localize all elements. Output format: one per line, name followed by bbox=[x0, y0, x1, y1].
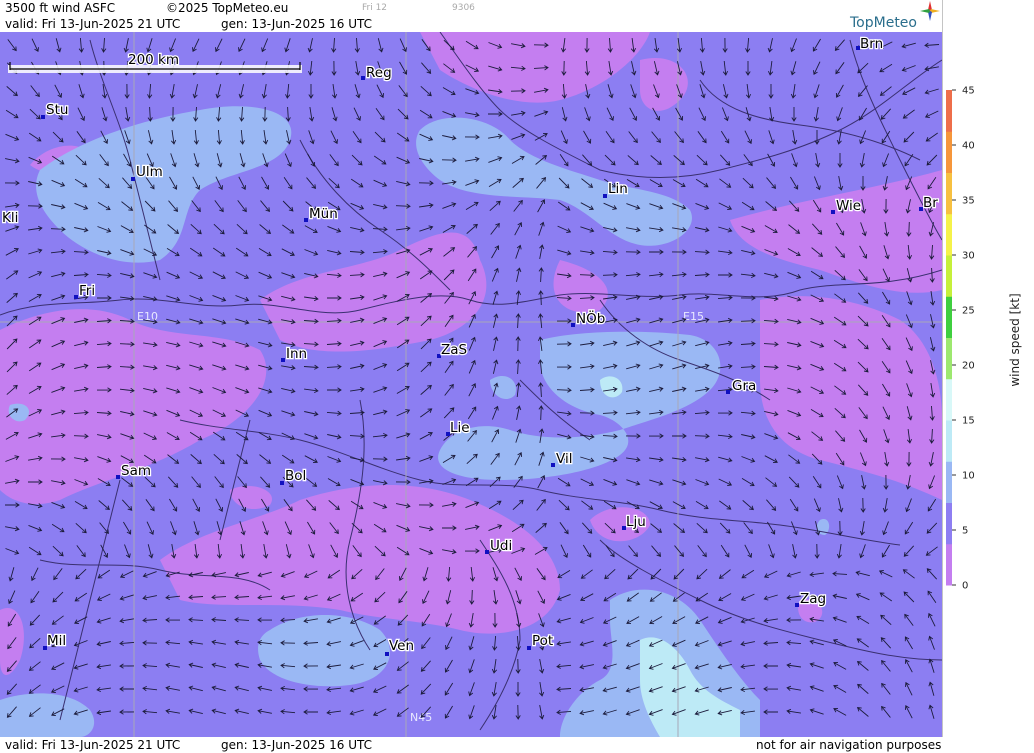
city-dot-pot bbox=[527, 646, 531, 650]
wind-map[interactable]: E10 E15 N45 200 km Brn Reg Stu Ulm Lin K… bbox=[0, 32, 942, 737]
city-label-lie[interactable]: Lie bbox=[449, 419, 471, 438]
city-label-ven[interactable]: Ven bbox=[388, 637, 416, 656]
city-dot-zag bbox=[795, 603, 799, 607]
legend-tick-label: 25 bbox=[962, 306, 975, 317]
legend-tick-label: 10 bbox=[962, 471, 975, 482]
city-label-br[interactable]: Br bbox=[922, 194, 940, 213]
legend-swatch bbox=[946, 213, 952, 256]
city-label-sam[interactable]: Sam bbox=[120, 462, 153, 481]
city-dot-vil bbox=[551, 463, 555, 467]
wind-speed-legend: 45 40 35 30 25 20 15 10 5 0 wind speed [kt] bbox=[942, 0, 1022, 753]
city-dot-reg bbox=[361, 76, 365, 80]
run-code: 9306 bbox=[452, 3, 475, 13]
city-label-reg[interactable]: Reg bbox=[365, 64, 393, 83]
city-label-gra[interactable]: Gra bbox=[731, 377, 758, 396]
city-dot-fri bbox=[74, 295, 78, 299]
legend-swatch bbox=[946, 172, 952, 215]
legend-swatch bbox=[946, 90, 952, 132]
legend-swatch bbox=[946, 378, 952, 421]
legend-swatch bbox=[946, 337, 952, 380]
legend-swatch bbox=[946, 461, 952, 503]
city-dot-udi bbox=[485, 550, 489, 554]
city-dot-bol bbox=[280, 481, 284, 485]
legend-tick-label: 35 bbox=[962, 196, 975, 207]
city-dot-gra bbox=[726, 390, 730, 394]
valid-time: valid: Fri 13-Jun-2025 21 UTC bbox=[5, 17, 181, 31]
legend-tick-label: 40 bbox=[962, 141, 975, 152]
city-dot-mun bbox=[304, 218, 308, 222]
map-footer: valid: Fri 13-Jun-2025 21 UTC gen: 13-Ju… bbox=[0, 737, 1034, 753]
compass-logo-icon bbox=[920, 1, 940, 21]
city-label-bol[interactable]: Bol bbox=[284, 467, 308, 486]
city-label-stu[interactable]: Stu bbox=[45, 101, 70, 120]
city-label-mil[interactable]: Mil bbox=[46, 632, 68, 651]
city-dot-ulm bbox=[131, 177, 135, 181]
legend-swatch bbox=[946, 543, 952, 586]
footer-valid-time: valid: Fri 13-Jun-2025 21 UTC bbox=[5, 738, 181, 752]
product-title: 3500 ft wind ASFC bbox=[5, 1, 116, 15]
legend-tick-label: 0 bbox=[962, 581, 968, 592]
city-dot-inn bbox=[281, 358, 285, 362]
legend-swatch bbox=[946, 255, 952, 297]
grid-label-e10: E10 bbox=[137, 310, 158, 323]
city-label-wie[interactable]: Wie bbox=[835, 197, 863, 216]
legend-tick-label: 5 bbox=[962, 526, 968, 537]
map-header: 3500 ft wind ASFC ©2025 TopMeteo.eu Fri … bbox=[0, 0, 942, 32]
city-label-pot[interactable]: Pot bbox=[531, 632, 555, 651]
city-label-vil[interactable]: Vil bbox=[555, 450, 574, 469]
footer-generated-time: gen: 13-Jun-2025 16 UTC bbox=[221, 738, 373, 752]
generated-time: gen: 13-Jun-2025 16 UTC bbox=[221, 17, 373, 31]
city-label-fri[interactable]: Fri bbox=[78, 282, 97, 301]
legend-swatch bbox=[946, 296, 952, 338]
city-label-zas[interactable]: ZaS bbox=[440, 341, 469, 360]
legend-color-bar bbox=[946, 90, 952, 586]
legend-tick-label: 20 bbox=[962, 361, 975, 372]
city-dot-wie bbox=[831, 210, 835, 214]
legend-swatch bbox=[946, 420, 952, 462]
copyright: ©2025 TopMeteo.eu bbox=[166, 1, 289, 15]
city-label-lin[interactable]: Lin bbox=[607, 180, 629, 199]
city-label-kli[interactable]: Kli bbox=[1, 209, 20, 228]
city-label-lju[interactable]: Lju bbox=[625, 513, 647, 532]
city-label-nob[interactable]: NÖb bbox=[575, 308, 607, 329]
city-label-udi[interactable]: Udi bbox=[489, 537, 514, 556]
city-label-mun[interactable]: Mün bbox=[308, 205, 339, 224]
city-label-inn[interactable]: Inn bbox=[285, 345, 309, 364]
city-dot-stu bbox=[41, 115, 45, 119]
city-dot-nob bbox=[571, 323, 575, 327]
city-dot-sam bbox=[116, 475, 120, 479]
legend-ticks: 45 40 35 30 25 20 15 10 5 0 bbox=[952, 86, 975, 592]
city-label-ulm[interactable]: Ulm bbox=[135, 163, 164, 182]
legend-tick-label: 15 bbox=[962, 416, 975, 427]
legend-tick-label: 45 bbox=[962, 86, 975, 97]
city-label-zag[interactable]: Zag bbox=[799, 590, 828, 609]
brand-name: TopMeteo bbox=[850, 15, 917, 31]
legend-swatch bbox=[946, 131, 952, 173]
legend-tick-label: 30 bbox=[962, 251, 975, 262]
city-label-brn[interactable]: Brn bbox=[859, 35, 885, 54]
footer-disclaimer: not for air navigation purposes bbox=[756, 738, 942, 752]
day-code: Fri 12 bbox=[362, 3, 388, 13]
legend-title: wind speed [kt] bbox=[1008, 293, 1022, 386]
legend-swatch bbox=[946, 502, 952, 545]
scale-label: 200 km bbox=[128, 52, 179, 68]
city-dot-lin bbox=[603, 194, 607, 198]
